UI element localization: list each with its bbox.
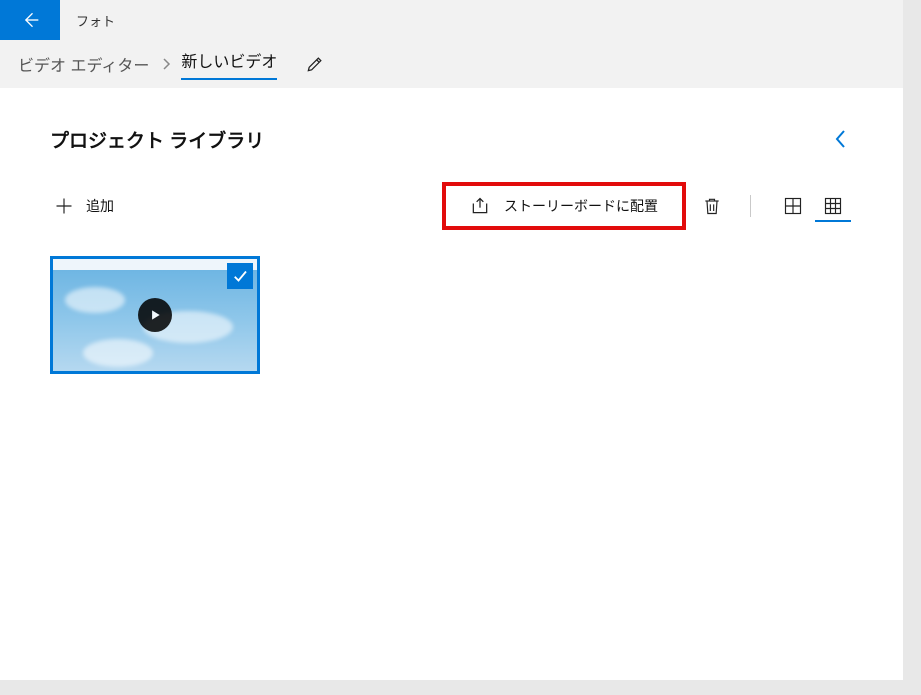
back-button[interactable] <box>0 0 60 40</box>
selected-badge[interactable] <box>227 263 253 289</box>
edit-name-button[interactable] <box>305 54 325 74</box>
place-icon <box>470 196 490 216</box>
add-button[interactable]: 追加 <box>50 190 118 222</box>
app-window: フォト ビデオ エディター 新しいビデオ プロジェクト ライブラリ <box>0 0 903 680</box>
check-icon <box>231 267 249 285</box>
grid-large-icon <box>783 196 803 216</box>
breadcrumb-current: 新しいビデオ <box>181 48 277 80</box>
arrow-left-icon <box>20 10 40 30</box>
view-small-button[interactable] <box>815 190 851 222</box>
view-large-button[interactable] <box>775 190 811 222</box>
title-bar: フォト <box>0 0 903 40</box>
main-panel: プロジェクト ライブラリ 追加 ストーリ <box>0 88 903 680</box>
add-button-label: 追加 <box>86 196 114 216</box>
trash-icon <box>702 195 722 217</box>
place-in-storyboard-button[interactable]: ストーリーボードに配置 <box>442 182 686 230</box>
place-in-storyboard-label: ストーリーボードに配置 <box>504 196 658 216</box>
library-item[interactable] <box>50 256 260 374</box>
section-header: プロジェクト ライブラリ <box>0 88 903 154</box>
breadcrumb-bar: ビデオ エディター 新しいビデオ <box>0 40 903 88</box>
window-right-gutter <box>903 0 921 695</box>
toolbar-divider <box>750 195 751 217</box>
app-title: フォト <box>76 11 115 30</box>
chevron-right-icon <box>161 57 171 71</box>
collapse-button[interactable] <box>829 124 853 154</box>
grid-small-icon <box>823 196 843 216</box>
library-grid <box>0 248 903 382</box>
pencil-icon <box>305 54 325 74</box>
delete-button[interactable] <box>696 189 728 223</box>
section-title: プロジェクト ライブラリ <box>50 126 264 153</box>
chevron-left-icon <box>833 128 849 150</box>
play-icon <box>148 308 162 322</box>
plus-icon <box>54 196 74 216</box>
play-badge <box>138 298 172 332</box>
window-bottom-gutter <box>0 680 921 695</box>
library-toolbar: 追加 ストーリーボードに配置 <box>0 154 903 248</box>
thumbnail-decoration <box>83 339 153 367</box>
breadcrumb-root[interactable]: ビデオ エディター <box>16 52 151 76</box>
thumbnail-decoration <box>65 287 125 313</box>
